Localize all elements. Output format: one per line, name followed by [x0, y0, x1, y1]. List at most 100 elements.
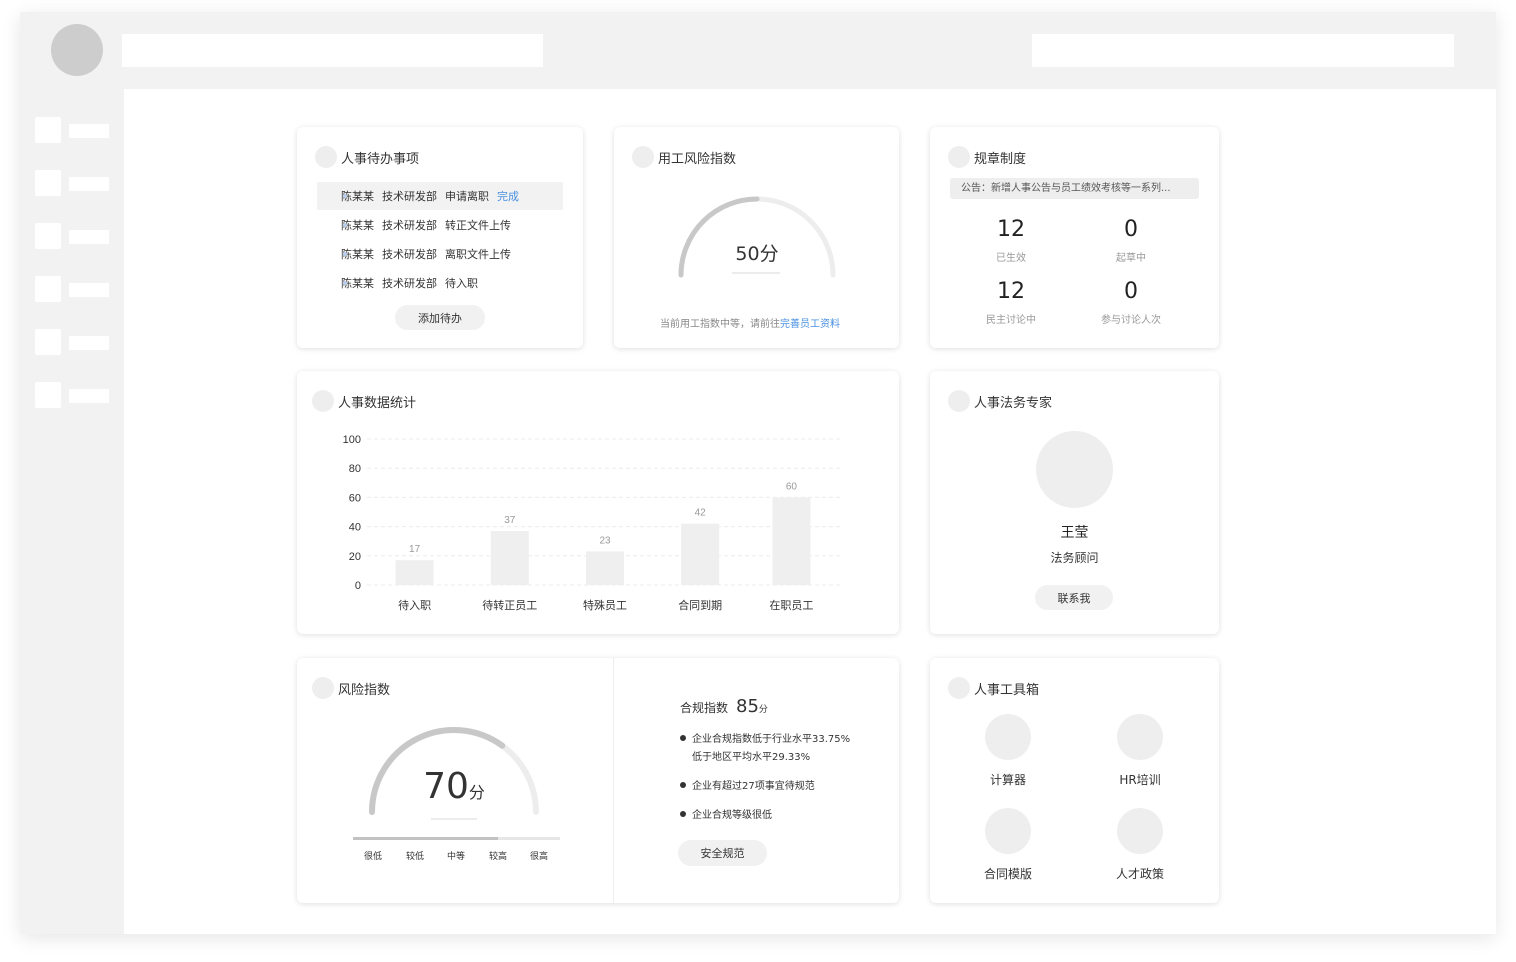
tool-label[interactable]: 计算器	[958, 771, 1058, 788]
stat-value: 0	[1124, 217, 1138, 242]
card-title: 规章制度	[974, 151, 1027, 167]
expert-avatar	[1036, 431, 1113, 508]
bullet-icon	[680, 735, 686, 741]
y-tick-label: 60	[349, 492, 361, 504]
compliance-label: 合规指数	[680, 701, 729, 715]
todo-dept: 技术研发部	[382, 277, 437, 290]
sidebar-item-1[interactable]	[35, 117, 110, 145]
todo-complete-link[interactable]: 完成	[497, 188, 519, 204]
todo-item[interactable]: 陈某某 技术研发部 待入职	[317, 269, 563, 297]
compliance-index: 合规指数 85 分	[680, 696, 768, 717]
card-title: 人事待办事项	[341, 151, 420, 167]
bullet-icon	[343, 252, 347, 256]
contact-me-button[interactable]: 联系我	[1035, 585, 1113, 610]
card-title: 用工风险指数	[658, 151, 737, 167]
stat-label: 民主讨论中	[986, 315, 1036, 326]
scale-label: 很低	[363, 852, 382, 862]
bar-value-label: 37	[504, 515, 516, 526]
y-tick-label: 80	[349, 463, 361, 475]
hr-bar-chart: 0 20 40 60 80 100 17 待入职 37 待转正员工 23 特殊员工 42 合同到期 60 在职…	[343, 434, 843, 612]
gauge-underline	[431, 818, 477, 820]
card-header-icon	[948, 677, 970, 699]
compliance-unit: 分	[758, 705, 768, 715]
todo-item[interactable]: 陈某某 技术研发部 转正文件上传	[317, 211, 563, 239]
risk-item: 企业合规指数低于行业水平33.75% 低于地区平均水平29.33%	[680, 731, 850, 767]
y-tick-label: 20	[349, 551, 361, 563]
employment-risk-card: 用工风险指数 50分 当前用工指数中等，请前往完善员工资料	[614, 127, 899, 348]
gauge-score: 50	[735, 243, 760, 265]
x-category-label: 待入职	[398, 598, 431, 612]
todo-action: 离职文件上传	[445, 248, 511, 261]
card-header-icon	[632, 146, 654, 168]
sidebar-icon-placeholder	[35, 382, 61, 408]
sidebar-icon-placeholder	[35, 329, 61, 355]
risk-note: 当前用工指数中等，请前往完善员工资料	[660, 315, 840, 330]
sidebar-item-5[interactable]	[35, 329, 110, 357]
tool-label[interactable]: 合同模版	[958, 865, 1058, 882]
calculator-tool-icon[interactable]	[985, 714, 1031, 760]
talent-policy-tool-icon[interactable]	[1117, 808, 1163, 854]
chart-bar	[681, 523, 720, 585]
announcement-bar[interactable]: 公告：新增人事公告与员工绩效考核等一系列...	[950, 178, 1199, 199]
rules-card: 规章制度 公告：新增人事公告与员工绩效考核等一系列... 12 已生效 0 起草…	[930, 127, 1219, 348]
stat-value: 0	[1124, 279, 1138, 304]
bullet-icon	[343, 281, 347, 285]
card-header-icon	[948, 390, 970, 412]
risk-item-text: 企业有超过27项事宜待规范	[692, 781, 815, 792]
add-todo-button[interactable]: 添加待办	[395, 305, 485, 330]
sidebar-label-placeholder	[69, 230, 109, 244]
complete-profile-link[interactable]: 完善员工资料	[780, 319, 840, 330]
stat-label: 参与讨论人次	[1101, 315, 1161, 326]
card-header: 规章制度	[948, 146, 1026, 168]
todo-item[interactable]: 陈某某 技术研发部 申请离职 完成	[317, 182, 563, 210]
sidebar-item-3[interactable]	[35, 223, 110, 251]
search-bar-placeholder[interactable]	[122, 34, 543, 67]
bullet-icon	[343, 194, 347, 198]
gauge-unit: 分	[759, 243, 779, 265]
todo-dept: 技术研发部	[382, 190, 437, 203]
header-right-bar-placeholder[interactable]	[1032, 34, 1454, 67]
card-header: 人事法务专家	[948, 390, 1052, 412]
hr-stats-card: 人事数据统计 0 20 40 60 80 100 17 待入职 37 待转正员工 23 特殊员工 42 合…	[297, 371, 899, 634]
sidebar-item-4[interactable]	[35, 276, 110, 304]
employment-risk-gauge	[678, 196, 836, 278]
sidebar-icon-placeholder	[35, 170, 61, 196]
todo-action: 待入职	[445, 277, 478, 290]
safety-guidelines-button[interactable]: 安全规范	[678, 840, 767, 866]
bullet-icon	[680, 782, 686, 788]
card-header-icon	[315, 146, 337, 168]
tool-label[interactable]: 人才政策	[1090, 865, 1190, 882]
sidebar-item-2[interactable]	[35, 170, 110, 198]
todo-card: 人事待办事项 陈某某 技术研发部 申请离职 完成 陈某某 技术研发部 转正文件上…	[297, 127, 583, 348]
risk-index-card: 风险指数 70分 很低 较低 中等 较高 很高 合规指数 85 分 企业合规指数…	[297, 658, 899, 903]
bullet-icon	[680, 811, 686, 817]
risk-scale-track	[353, 837, 560, 840]
hr-training-tool-icon[interactable]	[1117, 714, 1163, 760]
divider	[613, 658, 614, 903]
risk-item-text: 企业合规指数低于行业水平33.75%	[692, 734, 851, 745]
bar-value-label: 23	[599, 535, 611, 546]
stat-value: 12	[997, 217, 1025, 242]
user-avatar[interactable]	[51, 24, 103, 76]
bar-value-label: 42	[695, 508, 707, 519]
todo-item[interactable]: 陈某某 技术研发部 离职文件上传	[317, 240, 563, 268]
tool-label[interactable]: HR培训	[1090, 771, 1190, 788]
todo-action: 申请离职	[445, 190, 489, 203]
chart-bar	[490, 530, 529, 585]
contract-template-tool-icon[interactable]	[985, 808, 1031, 854]
scale-label: 较低	[405, 852, 424, 862]
stat-label: 起草中	[1116, 253, 1146, 264]
sidebar-label-placeholder	[69, 336, 109, 350]
todo-dept: 技术研发部	[382, 219, 437, 232]
x-category-label: 在职员工	[769, 599, 813, 612]
scale-label: 很高	[529, 852, 548, 862]
sidebar-label-placeholder	[69, 283, 109, 297]
legal-expert-card: 人事法务专家 王莹 法务顾问 联系我	[930, 371, 1219, 634]
x-category-label: 特殊员工	[583, 598, 627, 612]
risk-item: 企业有超过27项事宜待规范	[680, 778, 815, 796]
scale-label: 中等	[446, 852, 465, 862]
risk-item: 企业合规等级很低	[680, 807, 772, 825]
todo-dept: 技术研发部	[382, 248, 437, 261]
sidebar-label-placeholder	[69, 389, 109, 403]
sidebar-item-6[interactable]	[35, 382, 110, 410]
